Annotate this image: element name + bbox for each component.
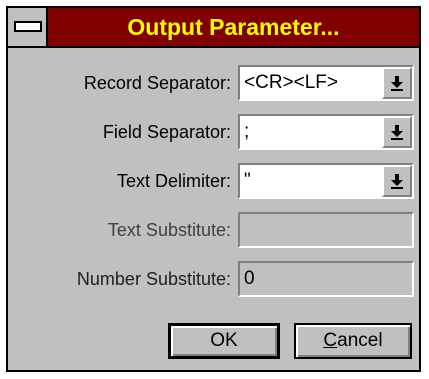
dropdown-arrow-icon bbox=[391, 125, 403, 140]
ok-button[interactable]: OK bbox=[168, 323, 280, 359]
field-separator-row: Field Separator: ; bbox=[8, 112, 419, 152]
record-separator-select[interactable]: <CR><LF> bbox=[238, 65, 414, 101]
ok-button-label: OK bbox=[210, 330, 238, 351]
cancel-button-label: Cancel bbox=[323, 330, 382, 352]
number-substitute-value: 0 bbox=[244, 268, 255, 289]
record-separator-row: Record Separator: <CR><LF> bbox=[8, 63, 419, 103]
dropdown-arrow-icon bbox=[391, 174, 403, 189]
title-bar: Output Parameter... bbox=[8, 8, 419, 48]
record-separator-value: <CR><LF> bbox=[244, 72, 338, 93]
system-menu-button[interactable] bbox=[8, 8, 48, 46]
text-delimiter-label: Text Delimiter: bbox=[116, 171, 231, 191]
cancel-button[interactable]: Cancel bbox=[294, 323, 412, 359]
field-separator-dropdown-button[interactable] bbox=[382, 116, 412, 148]
record-separator-dropdown-button[interactable] bbox=[382, 67, 412, 99]
text-substitute-row: Text Substitute: bbox=[8, 210, 419, 250]
text-delimiter-value: " bbox=[244, 170, 251, 191]
cancel-mnemonic: C bbox=[323, 330, 338, 351]
text-delimiter-select[interactable]: " bbox=[238, 163, 414, 199]
output-parameter-dialog: Output Parameter... Record Separator: <C… bbox=[6, 6, 421, 372]
number-substitute-label: Number Substitute: bbox=[76, 269, 231, 289]
text-delimiter-dropdown-button[interactable] bbox=[382, 165, 412, 197]
number-substitute-input[interactable]: 0 bbox=[238, 261, 414, 297]
system-menu-icon bbox=[14, 21, 42, 32]
field-separator-label: Field Separator: bbox=[102, 122, 231, 142]
cancel-label-rest: ancel bbox=[337, 330, 383, 351]
record-separator-label: Record Separator: bbox=[83, 73, 231, 93]
field-separator-value: ; bbox=[244, 121, 250, 142]
text-delimiter-row: Text Delimiter: " bbox=[8, 161, 419, 201]
text-substitute-input[interactable] bbox=[238, 212, 414, 248]
text-substitute-label: Text Substitute: bbox=[107, 220, 231, 240]
field-separator-select[interactable]: ; bbox=[238, 114, 414, 150]
dialog-title: Output Parameter... bbox=[127, 14, 340, 40]
dropdown-arrow-icon bbox=[391, 76, 403, 91]
number-substitute-row: Number Substitute: 0 bbox=[8, 259, 419, 299]
